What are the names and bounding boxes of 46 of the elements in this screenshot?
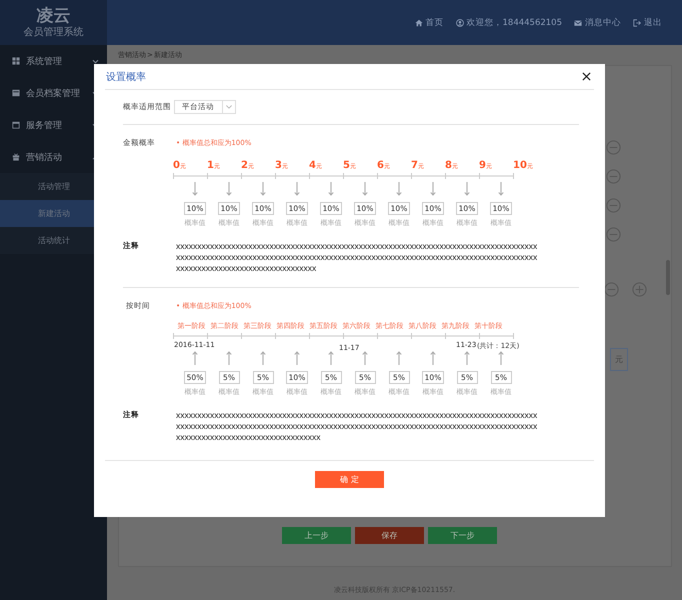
up-arrow-icon — [328, 351, 334, 365]
gift-icon — [12, 153, 20, 161]
up-arrow-icon — [362, 351, 368, 365]
user-icon — [456, 18, 464, 26]
logo-subtitle: 会员管理系统 — [24, 26, 84, 38]
mail-icon — [574, 18, 582, 26]
sidebar-item[interactable]: 系统管理 — [0, 45, 107, 77]
up-arrow-icon — [396, 351, 402, 365]
down-arrow-icon — [396, 182, 402, 196]
up-arrow-icon — [430, 351, 436, 365]
down-arrow-icon — [498, 182, 504, 196]
up-arrow-icon — [294, 351, 300, 365]
down-arrow-icon — [226, 182, 232, 196]
step-button[interactable]: 上一步 — [282, 527, 351, 544]
minus-circle-icon[interactable] — [604, 282, 619, 297]
caret-icon — [222, 101, 235, 113]
up-arrow-icon — [464, 351, 470, 365]
up-arrow-icon — [226, 351, 232, 365]
plus-circle-icon[interactable] — [632, 282, 647, 297]
down-arrow-icon — [260, 182, 266, 196]
close-icon[interactable] — [582, 72, 591, 81]
nav-link[interactable]: 消息中心 — [574, 16, 621, 28]
step-button[interactable]: 保存 — [355, 527, 424, 544]
chevron-icon — [92, 58, 99, 64]
dialog-title: 设置概率 — [105, 70, 146, 84]
logout-icon — [633, 18, 641, 26]
logo-title: 凌云 — [36, 6, 70, 26]
home-icon — [414, 18, 422, 26]
nav-link[interactable]: 首页 — [414, 16, 444, 28]
down-arrow-icon — [328, 182, 334, 196]
down-arrow-icon — [192, 182, 198, 196]
nav-link[interactable]: 欢迎您，18444562105 — [456, 16, 562, 28]
calendar-icon — [12, 121, 20, 129]
down-arrow-icon — [464, 182, 470, 196]
down-arrow-icon — [294, 182, 300, 196]
grid-icon — [12, 57, 20, 65]
up-arrow-icon — [260, 351, 266, 365]
down-arrow-icon — [362, 182, 368, 196]
note-text: xxxxxxxxxxxxxxxxxxxxxxxxxxxxxxxxxxxxxxxxxxxxxxxxxxxxxxxxxxxxxxxxxxxxxxxxxxxxxxxxxxxxxxxxxxxxxxxxxxxxxxxxxxxxxxxxxxxxxxxxxxxxxxxxxxxxxxxxxxxxxxxxxxxxxxxxxxxxxxxxxxxxxxxxxxxxxxxxxxxxxxxxxxxxxxxxxxxxxxxxxxxx — [176, 410, 538, 443]
nav-link[interactable]: 退出 — [633, 16, 662, 28]
step-button[interactable]: 下一步 — [428, 527, 497, 544]
card-icon — [12, 89, 20, 97]
note-text: xxxxxxxxxxxxxxxxxxxxxxxxxxxxxxxxxxxxxxxxxxxxxxxxxxxxxxxxxxxxxxxxxxxxxxxxxxxxxxxxxxxxxxxxxxxxxxxxxxxxxxxxxxxxxxxxxxxxxxxxxxxxxxxxxxxxxxxxxxxxxxxxxxxxxxxxxxxxxxxxxxxxxxxxxxxxxxxxxxxxxxxxxxxxxxxxxxxxxxxxxxx — [176, 241, 538, 274]
up-arrow-icon — [498, 351, 504, 365]
up-arrow-icon — [192, 351, 198, 365]
down-arrow-icon — [430, 182, 436, 196]
